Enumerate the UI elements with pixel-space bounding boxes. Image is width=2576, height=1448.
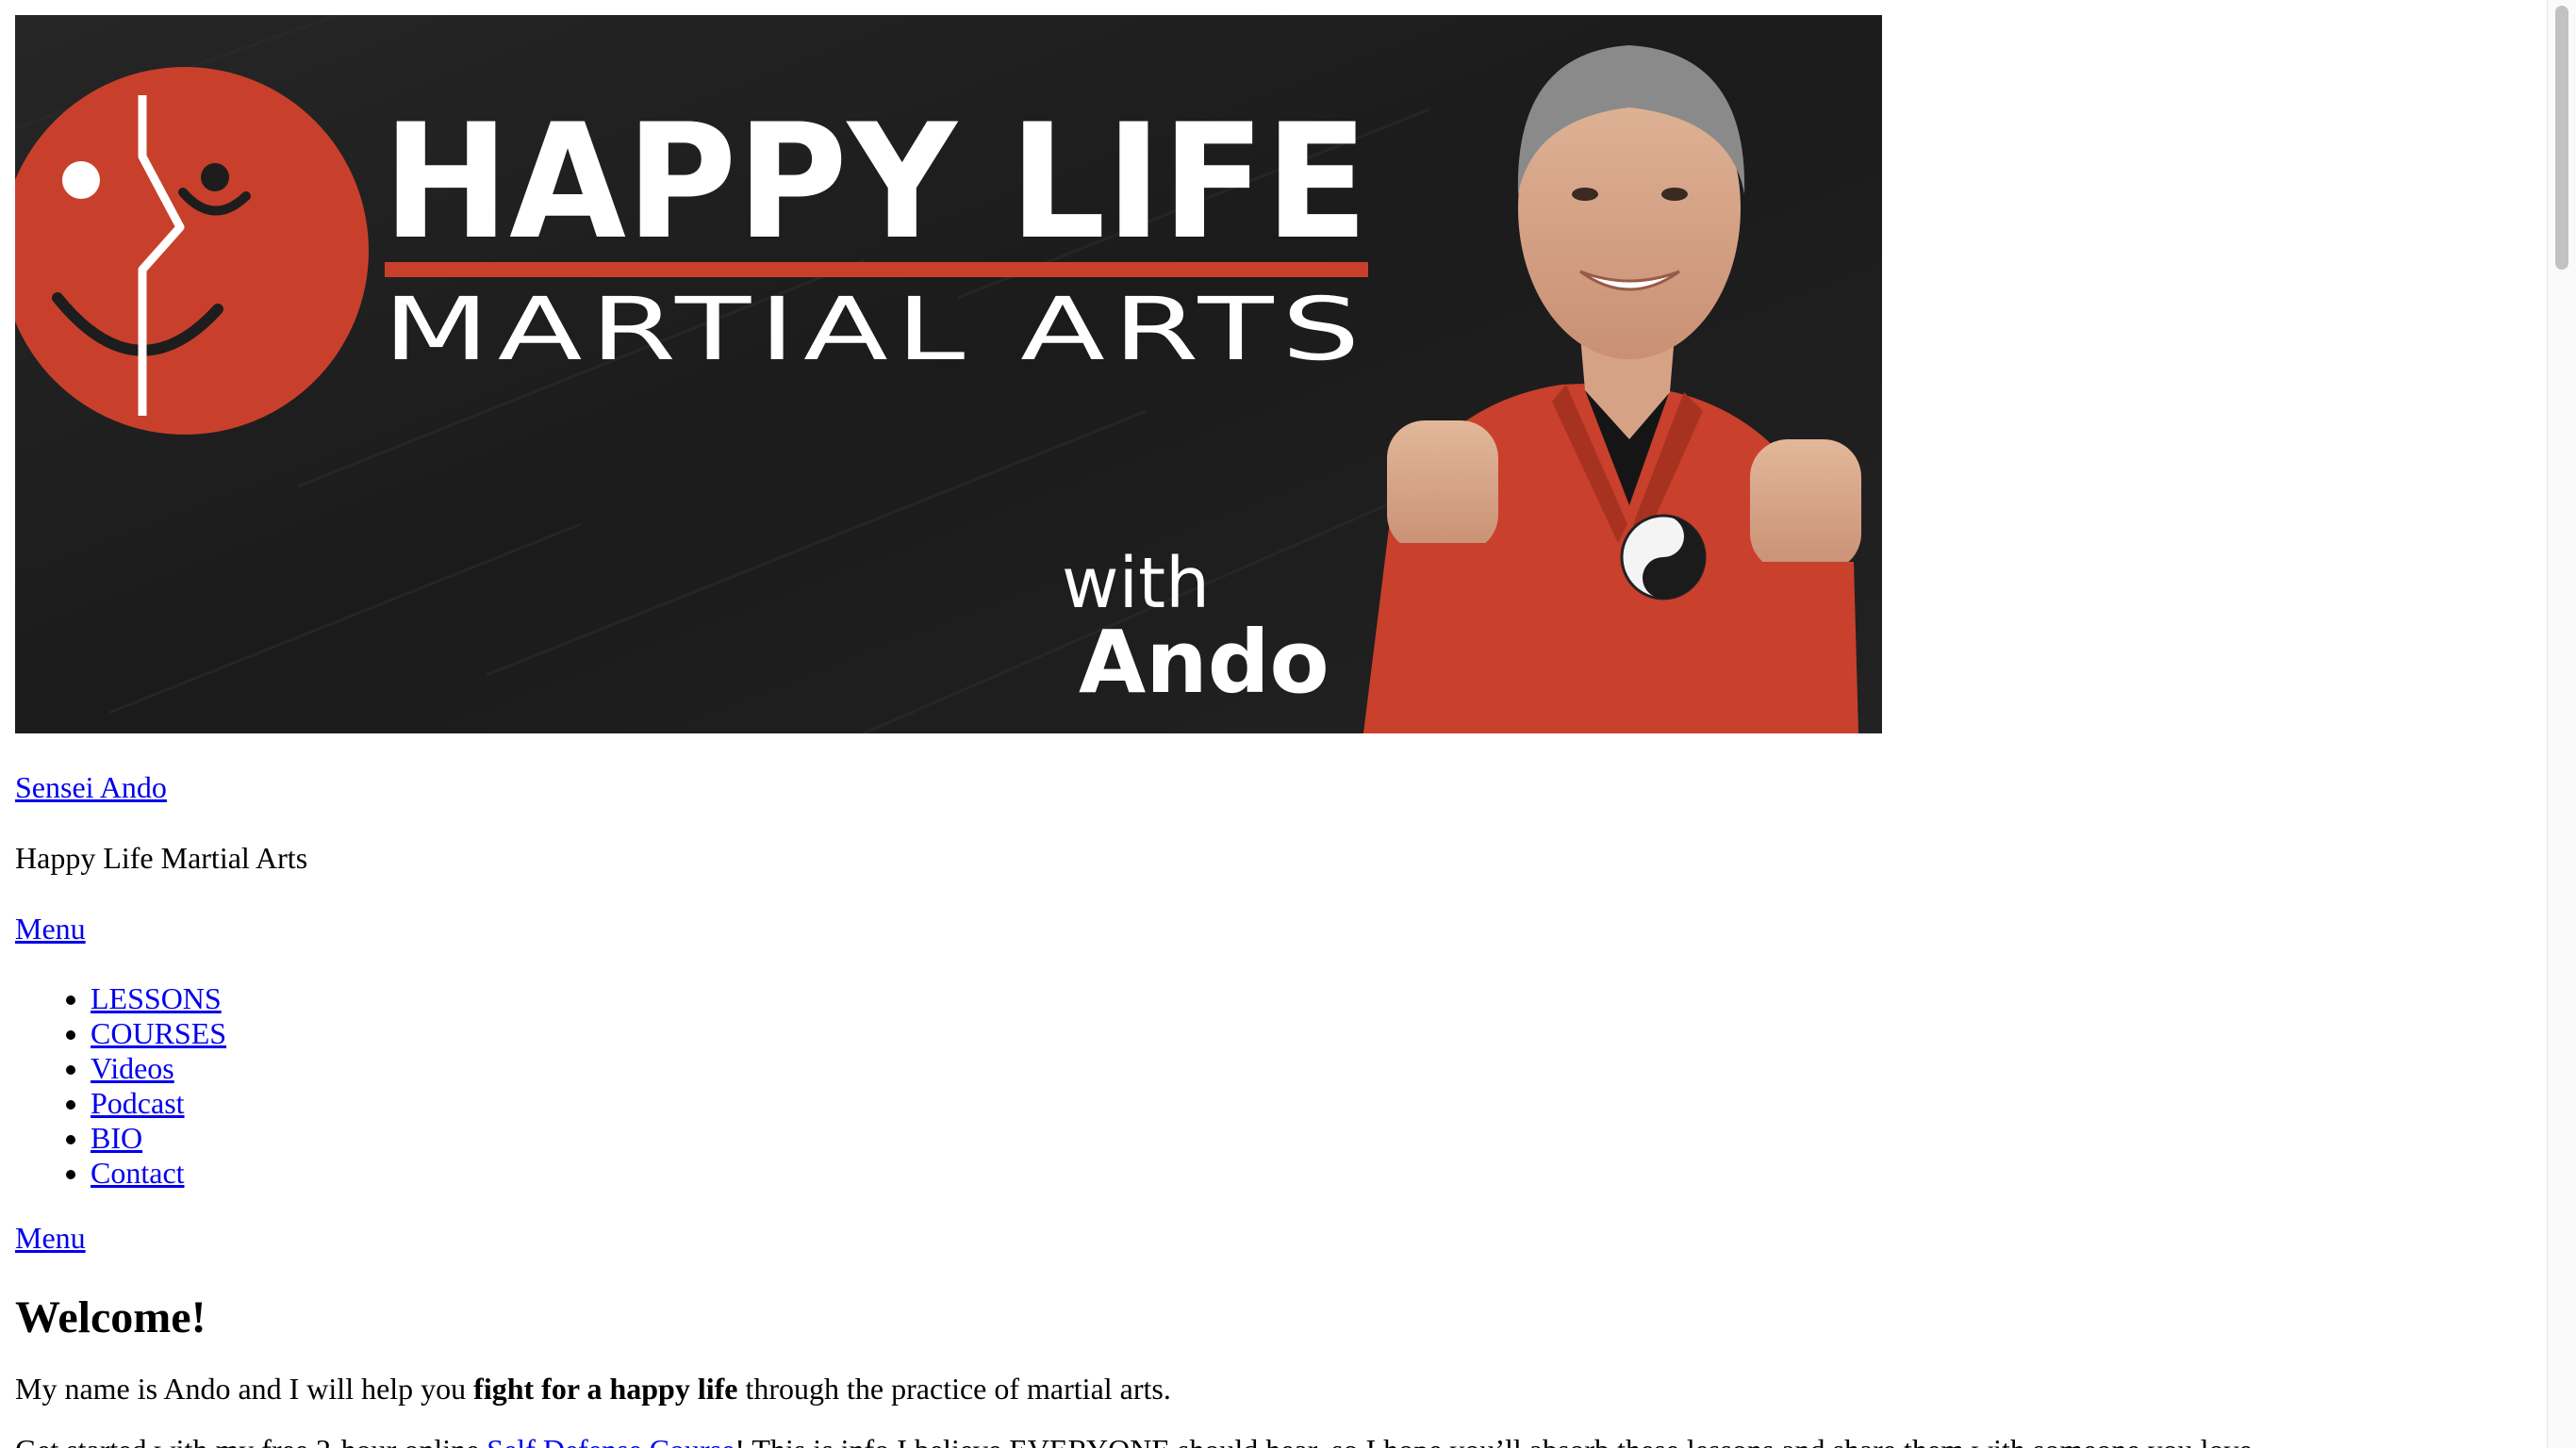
course-paragraph: Get started with my free 2-hour online S…	[15, 1433, 2523, 1448]
menu-toggle-container: Menu	[15, 912, 2523, 946]
banner-title-line1: HAPPY LIFE	[383, 90, 1368, 274]
site-description: Happy Life Martial Arts	[15, 840, 308, 875]
scrollbar-thumb[interactable]	[2555, 6, 2568, 270]
intro-paragraph: My name is Ando and I will help you figh…	[15, 1372, 2523, 1407]
menu-toggle-link[interactable]: Menu	[15, 912, 86, 946]
intro-text-before: My name is Ando and I will help you	[15, 1372, 474, 1407]
nav-link-lessons[interactable]: LESSONS	[91, 981, 222, 1015]
primary-nav-list: LESSONS COURSES Videos Podcast BIO Conta…	[15, 981, 2523, 1191]
nav-link-bio[interactable]: BIO	[91, 1121, 142, 1155]
course-text-after: ! This is info I believe EVERYONE should…	[735, 1433, 2259, 1448]
nav-item-bio: BIO	[91, 1121, 2523, 1156]
nav-link-courses[interactable]: COURSES	[91, 1016, 226, 1050]
welcome-heading: Welcome!	[15, 1292, 206, 1343]
nav-item-lessons: LESSONS	[91, 981, 2523, 1016]
nav-item-podcast: Podcast	[91, 1086, 2523, 1121]
brand-logo-icon	[15, 67, 369, 435]
nav-item-contact: Contact	[91, 1156, 2523, 1191]
banner-name-text: Ando	[1079, 612, 1329, 713]
site-title-container: Sensei Ando	[15, 770, 2523, 805]
header-banner-image: HAPPY LIFE MARTIAL ARTS with Ando	[15, 15, 1882, 733]
self-defense-course-link[interactable]: Self Defense Course	[487, 1433, 735, 1448]
banner-graphic: HAPPY LIFE MARTIAL ARTS with Ando	[15, 15, 1882, 733]
nav-link-podcast[interactable]: Podcast	[91, 1086, 185, 1120]
banner-title-line2: MARTIAL ARTS	[383, 279, 1368, 380]
course-text-before: Get started with my free 2-hour online	[15, 1433, 487, 1448]
nav-item-courses: COURSES	[91, 1016, 2523, 1051]
intro-text-bold: fight for a happy life	[473, 1372, 738, 1407]
page: HAPPY LIFE MARTIAL ARTS with Ando Sensei…	[0, 0, 2576, 1448]
banner-divider	[385, 262, 1368, 277]
nav-link-contact[interactable]: Contact	[91, 1156, 185, 1190]
site-title-link[interactable]: Sensei Ando	[15, 770, 167, 804]
intro-text-after: through the practice of martial arts.	[737, 1372, 1171, 1407]
page-content: HAPPY LIFE MARTIAL ARTS with Ando Sensei…	[15, 15, 2523, 1448]
nav-link-videos[interactable]: Videos	[91, 1051, 174, 1085]
vertical-scrollbar[interactable]	[2547, 0, 2576, 1448]
menu-toggle-bottom-container: Menu	[15, 1221, 2523, 1256]
nav-item-videos: Videos	[91, 1051, 2523, 1086]
menu-toggle-bottom-link[interactable]: Menu	[15, 1221, 86, 1255]
